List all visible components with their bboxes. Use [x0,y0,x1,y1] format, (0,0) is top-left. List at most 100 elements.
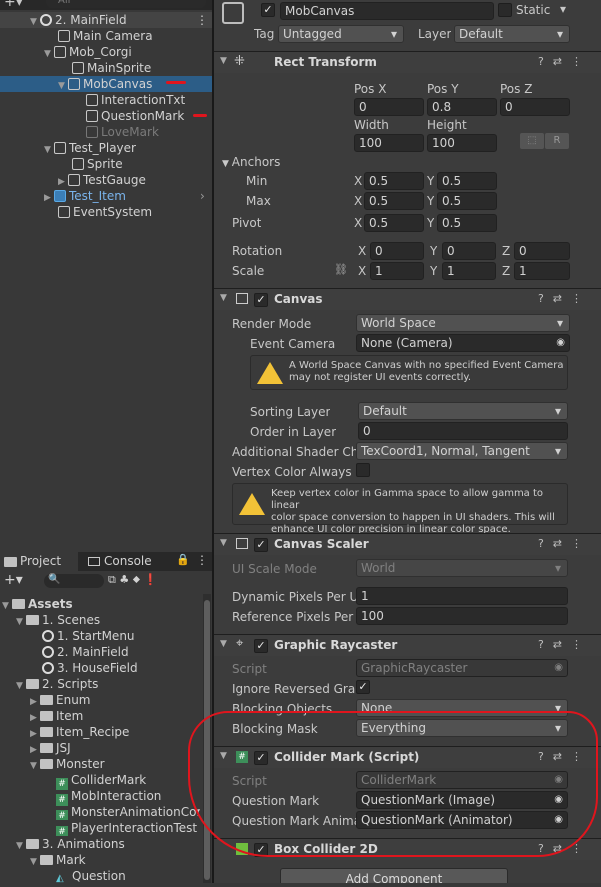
canvas-scaler-header[interactable]: ▼ ✓ Canvas Scaler ?⇄⋮ [214,533,601,555]
rotation-y-field[interactable]: 0 [442,242,496,260]
asset-enum[interactable]: ▶ Enum [30,692,90,708]
raw-edit-button[interactable]: R [545,133,569,149]
hier-item-main-sprite[interactable]: MainSprite [72,60,151,76]
min-x-field[interactable]: 0.5 [364,172,424,190]
layer-label: Layer [418,27,452,41]
hier-item-sprite[interactable]: Sprite [72,156,123,172]
height-field[interactable]: 100 [427,134,497,152]
posz-field[interactable]: 0 [500,98,570,116]
reference-pixels-field[interactable]: 100 [356,607,568,625]
asset-player-interaction-test[interactable]: # PlayerInteractionTest [56,820,200,836]
scale-x-field[interactable]: 1 [370,262,424,280]
width-field[interactable]: 100 [354,134,424,152]
add-icon[interactable]: +▾ [4,572,23,588]
posx-field[interactable]: 0 [354,98,424,116]
add-component-button[interactable]: Add Component [280,868,508,883]
asset-scripts[interactable]: ▼ 2. Scripts [16,676,98,692]
add-icon[interactable]: +▾ [4,0,23,10]
render-mode-dropdown[interactable]: World Space ▾ [356,314,570,332]
order-in-layer-field[interactable]: 0 [358,422,568,440]
blueprint-button[interactable]: ⬚ [520,133,544,149]
rotation-z-field[interactable]: 0 [514,242,570,260]
asset-start-menu[interactable]: 1. StartMenu [42,628,135,644]
anchors-label[interactable]: ▼ Anchors [222,155,280,169]
asset-question[interactable]: ◭ Question [56,868,126,884]
pivot-x-field[interactable]: 0.5 [364,214,424,232]
filter-icons[interactable]: ⧉ ♣ ⬥ ❗ [108,573,157,587]
component-header-icons[interactable]: ?⇄⋮ [538,638,591,651]
component-header-icons[interactable]: ?⇄⋮ [538,537,591,550]
scene-row[interactable]: ▼ 2. MainField ⋮ [0,12,212,28]
asset-assets[interactable]: ▼ Assets [2,596,73,612]
static-dropdown-icon[interactable]: ▾ [560,2,566,16]
graphic-raycaster-header[interactable]: ▼ ⌖ ✓ Graphic Raycaster ?⇄⋮ [214,634,601,656]
chevron-down-icon[interactable]: ▼ [220,639,227,649]
static-checkbox[interactable] [498,3,512,17]
scale-y-field[interactable]: 1 [442,262,496,280]
pivot-y-field[interactable]: 0.5 [437,214,497,232]
enabled-checkbox[interactable]: ✓ [254,538,268,552]
rotation-x-field[interactable]: 0 [370,242,424,260]
layer-dropdown[interactable]: Default ▾ [454,25,570,43]
scale-z-field[interactable]: 1 [514,262,570,280]
hier-item-question-mark[interactable]: QuestionMark [86,108,184,124]
event-camera-field[interactable]: None (Camera) ◉ [356,334,570,352]
hier-item-love-mark[interactable]: LoveMark [86,124,159,140]
chevron-right-icon[interactable]: › [200,188,205,204]
chevron-down-icon[interactable]: ▼ [220,538,227,548]
dynamic-pixels-field[interactable]: 1 [356,587,568,605]
asset-mark[interactable]: ▼ Mark [30,852,86,868]
asset-mob-interaction[interactable]: # MobInteraction [56,788,161,806]
asset-house-field[interactable]: 3. HouseField [42,660,138,676]
asset-scenes[interactable]: ▼ 1. Scenes [16,612,100,628]
hier-item-mob-canvas[interactable]: ▼ MobCanvas [0,76,212,92]
hier-item-test-player[interactable]: ▼ Test_Player [44,140,136,156]
component-header-icons[interactable]: ?⇄⋮ [538,292,591,305]
hier-item-interaction-txt[interactable]: InteractionTxt [86,92,185,108]
asset-item[interactable]: ▶ Item [30,708,83,724]
enabled-checkbox[interactable]: ✓ [254,639,268,653]
max-x-field[interactable]: 0.5 [364,192,424,210]
chevron-down-icon: ▾ [556,27,563,41]
posy-field[interactable]: 0.8 [427,98,497,116]
canvas-header[interactable]: ▼ ✓ Canvas ?⇄⋮ [214,288,601,310]
object-name-field[interactable]: MobCanvas [280,2,494,20]
enabled-checkbox[interactable]: ✓ [254,293,268,307]
vertex-color-checkbox[interactable] [356,463,370,477]
ignore-reversed-checkbox[interactable]: ✓ [356,680,370,694]
asset-collider-mark[interactable]: # ColliderMark [56,772,146,790]
min-y-field[interactable]: 0.5 [437,172,497,190]
asset-item-recipe[interactable]: ▶ Item_Recipe [30,724,129,740]
hier-item-mob-corgi[interactable]: ▼ Mob_Corgi [44,44,132,60]
active-checkbox[interactable]: ✓ [261,3,275,17]
additional-shader-dropdown[interactable]: TexCoord1, Normal, Tangent ▾ [356,442,568,460]
hier-item-event-system[interactable]: EventSystem [58,204,152,220]
tag-dropdown[interactable]: Untagged ▾ [278,25,404,43]
warning-line: A World Space Canvas with no specified E… [289,360,564,371]
more-icon[interactable]: ⋮ [196,553,208,567]
hier-item-test-item[interactable]: ▶ Test_Item › [44,188,212,204]
tab-project[interactable]: Project [0,552,78,571]
sorting-layer-dropdown[interactable]: Default ▾ [358,402,568,420]
asset-monster[interactable]: ▼ Monster [30,756,105,772]
max-y-field[interactable]: 0.5 [437,192,497,210]
object-picker-icon[interactable]: ◉ [556,335,565,351]
hier-item-main-camera[interactable]: Main Camera [58,28,153,44]
asset-monster-anim-con[interactable]: # MonsterAnimationCon [56,804,200,820]
rect-transform-header[interactable]: ▼ ⁜ Rect Transform ?⇄⋮ [214,51,601,73]
hierarchy-search-input[interactable]: All [46,0,206,8]
asset-animations[interactable]: ▼ 3. Animations [16,836,125,852]
more-icon[interactable]: ⋮ [196,12,208,28]
chevron-down-icon[interactable]: ▼ [220,293,227,303]
lock-icon[interactable]: 🔒 [176,553,190,566]
chevron-down-icon[interactable]: ▼ [220,56,227,66]
chevron-down-icon: ▾ [554,444,561,458]
tab-console[interactable]: Console [84,552,164,571]
project-search-input[interactable]: 🔍 [44,574,104,588]
asset-label: Monster [56,757,105,771]
asset-main-field[interactable]: 2. MainField [42,644,129,660]
hier-item-test-gauge[interactable]: ▶ TestGauge [58,172,146,188]
link-icon[interactable]: ⛓ [334,263,348,276]
component-header-icons[interactable]: ?⇄⋮ [538,55,591,68]
asset-jsj[interactable]: ▶ JSJ [30,740,71,756]
